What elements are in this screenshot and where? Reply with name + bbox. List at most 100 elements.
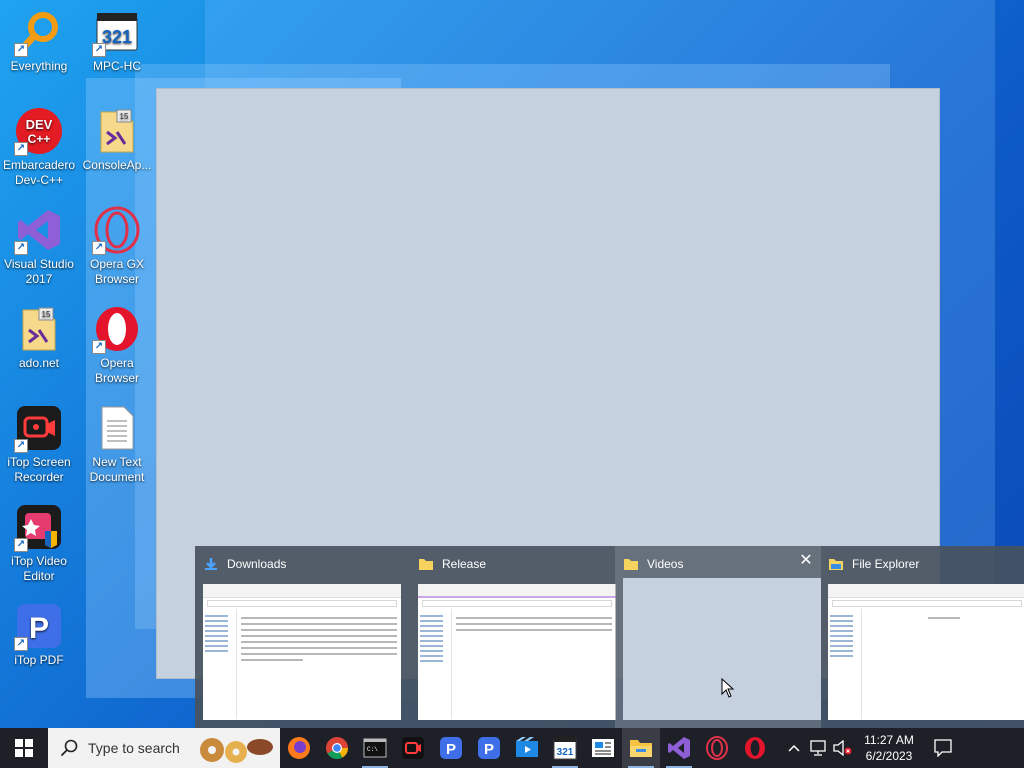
vs-project-icon: 15 [93,107,141,155]
taskbar-chrome[interactable] [318,728,356,768]
desktop-icon-label: MPC-HC [93,59,141,73]
svg-text:P: P [29,612,49,645]
chrome-icon [326,737,348,759]
taskbar-thumbnail-strip: Downloads Release Videos ✕ File Explorer [195,546,1024,728]
start-button[interactable] [0,728,48,768]
svg-text:15: 15 [120,112,129,121]
desktop-icon-visual-studio[interactable]: ↗ Visual Studio 2017 [0,206,78,287]
desktop-icon-mpc-hc[interactable]: 321 ↗ MPC-HC [78,8,156,74]
desktop-icon-opera[interactable]: ↗ Opera Browser [78,305,156,386]
desktop-icon-label: Everything [10,59,68,73]
download-arrow-icon [205,558,217,570]
desktop-icon-label: Visual Studio 2017 [4,257,74,286]
desktop-icon-devcpp[interactable]: DEV C++ ↗ Embarcadero Dev-C++ [0,107,78,188]
itop-pdf-icon: P ↗ [14,602,63,651]
taskbar-news[interactable] [584,728,622,768]
folder-icon [624,559,638,570]
thumbnail-downloads[interactable]: Downloads [195,546,401,728]
thumbnail-preview [828,584,1024,720]
desktop-icon-ado-net[interactable]: 15 ado.net [0,305,78,371]
thumbnail-release[interactable]: Release [410,546,616,728]
close-icon[interactable]: ✕ [797,552,815,570]
vs-project-icon: 15 [15,305,63,353]
taskbar-mpc-hc[interactable]: 321 [546,728,584,768]
mpc-hc-icon: 321 [553,737,577,760]
desktop-icon-itop-screen-recorder[interactable]: ↗ iTop Screen Recorder [0,404,78,485]
thumbnail-title: Release [442,557,487,571]
terminal-icon: C:\ [363,738,387,758]
shortcut-arrow-icon: ↗ [14,637,28,651]
shortcut-arrow-icon: ↗ [14,43,28,57]
windows-logo-icon [15,739,33,757]
taskbar-movies-tv[interactable] [508,728,546,768]
taskbar-file-explorer[interactable] [622,728,660,768]
svg-text:P: P [446,741,456,758]
search-input[interactable]: Type to search [48,728,280,768]
svg-text:321: 321 [557,747,574,758]
clock-time: 11:27 AM [864,733,914,747]
desktop-icon-consoleapp[interactable]: 15 ConsoleAp... [78,107,156,173]
desktop-icon-label: iTop PDF [14,653,64,667]
firefox-icon [288,737,310,759]
svg-text:P: P [484,741,494,758]
svg-text:DEV: DEV [26,117,53,132]
desktop-icon-new-text-document[interactable]: New Text Document [78,404,156,485]
taskbar-opera-gx[interactable] [698,728,736,768]
shortcut-arrow-icon: ↗ [14,439,28,453]
taskbar-opera[interactable] [736,728,774,768]
shortcut-arrow-icon: ↗ [14,538,28,552]
itop-pdf-icon: P [440,737,462,759]
taskbar-itop-pdf[interactable]: P [432,728,470,768]
desktop-icon-itop-pdf[interactable]: P ↗ iTop PDF [0,602,78,668]
thumbnail-preview [418,584,616,720]
tray-volume[interactable] [830,728,854,768]
taskbar-terminal[interactable]: C:\ [356,728,394,768]
itop-recorder-icon: ↗ [14,404,63,453]
mpc-hc-icon: 321 ↗ [92,8,141,57]
taskbar-visual-studio[interactable] [660,728,698,768]
everything-icon: ↗ [14,8,63,57]
taskbar-itop-recorder[interactable] [394,728,432,768]
news-icon [592,739,614,757]
search-placeholder: Type to search [88,740,180,756]
file-explorer-icon [829,559,843,570]
itop-video-editor-icon: ↗ [14,503,63,552]
opera-gx-icon: ↗ [92,206,141,255]
network-icon [810,740,826,756]
desktop-icon-label: Opera GX Browser [89,257,145,286]
opera-gx-icon [706,736,728,760]
text-document-icon [93,404,141,452]
thumbnail-title: Downloads [227,557,287,571]
desktop-icon-everything[interactable]: ↗ Everything [0,8,78,74]
visual-studio-icon: ↗ [14,206,63,255]
svg-text:C++: C++ [28,132,51,146]
thumbnail-videos[interactable]: Videos ✕ [615,546,821,728]
file-explorer-icon [630,740,652,757]
desktop-icon-label: Opera Browser [94,356,139,385]
thumbnail-file-explorer[interactable]: File Explorer [820,546,1024,728]
thumbnail-preview [203,584,401,720]
shortcut-arrow-icon: ↗ [92,43,106,57]
clock[interactable]: 11:27 AM 6/2/2023 [854,732,924,764]
desktop-icon-itop-video-editor[interactable]: ↗ iTop Video Editor [0,503,78,584]
svg-text:15: 15 [42,310,51,319]
volume-muted-icon [833,740,852,756]
itop-recorder-icon [402,737,424,759]
opera-icon [745,737,765,759]
shortcut-arrow-icon: ↗ [14,241,28,255]
taskbar-firefox[interactable] [280,728,318,768]
chevron-up-icon [788,744,800,752]
shortcut-arrow-icon: ↗ [92,340,106,354]
taskbar-itop-pdf-2[interactable]: P [470,728,508,768]
thumbnail-title: File Explorer [852,557,920,571]
mouse-cursor-icon [721,678,735,698]
tray-overflow-chevron[interactable] [782,728,806,768]
itop-pdf-icon: P [478,737,500,759]
tray-network[interactable] [806,728,830,768]
desktop-icon-opera-gx[interactable]: ↗ Opera GX Browser [78,206,156,287]
desktop-icon-label: iTop Screen Recorder [7,455,71,484]
taskbar: Type to search C:\ P P 321 11:27 AM 6/2/… [0,728,1024,768]
action-center-button[interactable] [924,728,962,768]
devcpp-icon: DEV C++ ↗ [14,107,63,156]
thumbnail-title: Videos [647,557,684,571]
